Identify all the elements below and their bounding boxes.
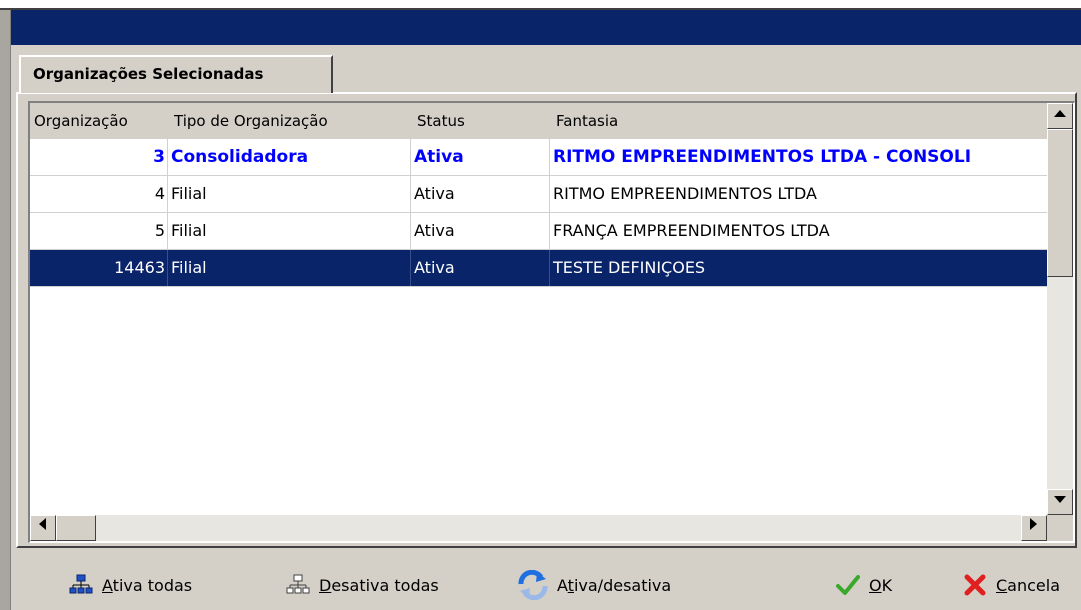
horizontal-scrollbar[interactable] <box>30 515 1047 541</box>
cell-organizacao: 3 <box>30 139 168 175</box>
scroll-left-button[interactable] <box>30 515 56 541</box>
horizontal-scroll-thumb[interactable] <box>56 515 96 541</box>
toggle-refresh-icon <box>518 570 548 600</box>
desativa-todas-label: Desativa todas <box>319 575 439 595</box>
ok-button[interactable]: OK <box>835 565 892 605</box>
desativa-todas-button[interactable]: Desativa todas <box>285 565 439 605</box>
cell-fantasia: RITMO EMPREENDIMENTOS LTDA <box>553 184 817 203</box>
cell-fantasia: TESTE DEFINIÇOES <box>553 258 706 277</box>
cell-fantasia: FRANÇA EMPREENDIMENTOS LTDA <box>553 221 830 240</box>
scroll-right-button[interactable] <box>1021 515 1047 541</box>
ativa-desativa-button[interactable]: Ativa/desativa <box>517 565 671 605</box>
cell-tipo: Filial <box>169 176 411 212</box>
vertical-scroll-thumb[interactable] <box>1047 129 1073 277</box>
ativa-desativa-label: Ativa/desativa <box>557 575 672 595</box>
table-row-selected[interactable]: 14463 Filial Ativa TESTE DEFINIÇOES <box>30 250 1047 287</box>
left-window-edge <box>0 10 11 610</box>
column-header-fantasia[interactable]: Fantasia <box>556 112 618 130</box>
cell-status: Ativa <box>412 213 550 249</box>
cell-tipo: Consolidadora <box>169 139 411 175</box>
dialog-title-bar[interactable] <box>11 10 1081 45</box>
cell-tipo: Filial <box>169 250 411 286</box>
org-tree-active-icon <box>69 574 93 594</box>
cancela-button[interactable]: Cancela <box>962 565 1060 605</box>
table-row[interactable]: 5 Filial Ativa FRANÇA EMPREENDIMENTOS LT… <box>30 213 1047 250</box>
vertical-scrollbar[interactable] <box>1047 103 1073 515</box>
column-header-status[interactable]: Status <box>417 112 465 130</box>
table-row[interactable]: 4 Filial Ativa RITMO EMPREENDIMENTOS LTD… <box>30 176 1047 213</box>
arrow-right-icon <box>1030 518 1037 530</box>
scroll-down-button[interactable] <box>1047 489 1073 515</box>
cell-organizacao: 14463 <box>30 250 168 286</box>
cell-organizacao: 5 <box>30 213 168 249</box>
arrow-down-icon <box>1054 496 1066 503</box>
column-header-tipo[interactable]: Tipo de Organização <box>174 112 328 130</box>
organizations-grid[interactable]: Organização Tipo de Organização Status F… <box>28 101 1075 543</box>
tab-label: Organizações Selecionadas <box>33 65 264 83</box>
arrow-left-icon <box>39 518 46 530</box>
cancela-label: Cancela <box>996 575 1061 595</box>
column-header-organizacao[interactable]: Organização <box>34 112 128 130</box>
check-icon <box>836 575 860 595</box>
scroll-corner <box>1047 515 1073 541</box>
grid-header: Organização Tipo de Organização Status F… <box>30 103 1047 139</box>
table-row[interactable]: 3 Consolidadora Ativa RITMO EMPREENDIMEN… <box>30 139 1047 176</box>
org-tree-inactive-icon <box>286 574 310 594</box>
close-icon <box>964 574 986 596</box>
cell-fantasia: RITMO EMPREENDIMENTOS LTDA - CONSOLI <box>553 147 972 167</box>
cell-status: Ativa <box>412 139 550 175</box>
cell-tipo: Filial <box>169 213 411 249</box>
cell-organizacao: 4 <box>30 176 168 212</box>
tab-organizacoes-selecionadas[interactable]: Organizações Selecionadas <box>19 55 333 93</box>
cell-status: Ativa <box>412 250 550 286</box>
ativa-todas-button[interactable]: Ativa todas <box>68 565 192 605</box>
cell-status: Ativa <box>412 176 550 212</box>
scroll-up-button[interactable] <box>1047 103 1073 129</box>
ativa-todas-label: Ativa todas <box>102 575 193 595</box>
arrow-up-icon <box>1054 110 1066 117</box>
ok-label: OK <box>869 575 893 595</box>
